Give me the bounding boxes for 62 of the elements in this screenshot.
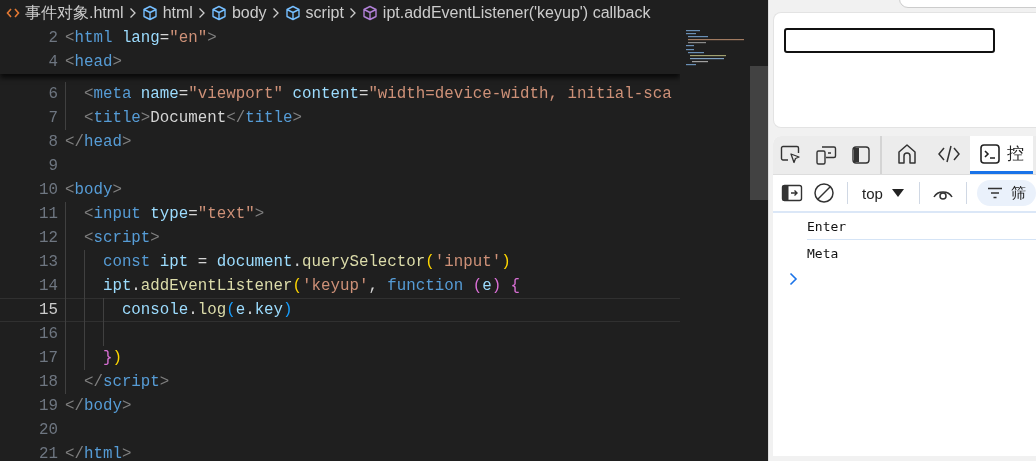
line-number: 6 xyxy=(47,85,58,103)
chevron-icon xyxy=(197,7,206,19)
filter-button[interactable]: 筛 xyxy=(976,180,1036,206)
code-line: <head> xyxy=(65,53,122,71)
line-number: 11 xyxy=(38,205,58,223)
breadcrumb-item[interactable]: body xyxy=(210,4,267,22)
text-input[interactable] xyxy=(784,28,995,53)
code-line: </html> xyxy=(65,445,132,461)
code-line: <meta name="viewport" content="width=device-width, initial-sca xyxy=(82,85,672,103)
filter-icon xyxy=(986,187,1003,199)
line-number: 8 xyxy=(47,133,58,151)
code-line: </script> xyxy=(82,373,170,391)
code-icon xyxy=(6,7,20,19)
code-line: <input type="text"> xyxy=(82,205,265,223)
home-icon xyxy=(895,141,919,166)
line-number: 20 xyxy=(38,421,58,439)
chevron-icon xyxy=(271,7,280,19)
prompt-icon[interactable] xyxy=(789,272,798,286)
minimap-drawing xyxy=(686,30,744,66)
chevron-icon xyxy=(128,7,137,19)
line-number: 14 xyxy=(38,277,58,295)
cube-icon xyxy=(284,5,301,21)
breadcrumb-item[interactable]: ipt.addEventListener('keyup') callback xyxy=(361,4,651,22)
code-line: <title>Document</title> xyxy=(82,109,303,127)
breadcrumb-item[interactable]: html xyxy=(141,4,193,22)
code-line: <body> xyxy=(65,181,122,199)
line-number: 12 xyxy=(38,229,58,247)
context-dropdown[interactable]: top xyxy=(858,184,909,202)
code-line: </head> xyxy=(65,133,132,151)
code-line: ipt.addEventListener('keyup', function (e) { xyxy=(101,277,521,295)
cube-icon xyxy=(141,5,158,21)
line-number: 13 xyxy=(38,253,58,271)
cube-icon xyxy=(210,5,227,21)
terminal-icon xyxy=(979,142,1001,165)
clear-console-icon[interactable] xyxy=(811,180,837,206)
line-number: 19 xyxy=(38,397,58,415)
console-tab[interactable]: 控 xyxy=(970,136,1033,174)
scrollbar-thumb[interactable] xyxy=(750,66,768,200)
line-number: 18 xyxy=(38,373,58,391)
chevron-icon xyxy=(348,7,357,19)
line-number: 7 xyxy=(47,109,58,127)
line-number: 21 xyxy=(38,445,58,461)
breadcrumb-item[interactable]: 事件对象.html xyxy=(6,2,124,24)
line-number: 16 xyxy=(38,325,58,343)
line-number: 4 xyxy=(47,53,58,71)
code-line: console.log(e.key) xyxy=(120,301,293,319)
line-number: 10 xyxy=(38,181,58,199)
line-number: 15 xyxy=(38,301,58,319)
code-line: <script> xyxy=(82,229,160,247)
code-line: <html lang="en"> xyxy=(65,29,217,47)
console-message: Meta xyxy=(807,245,839,261)
line-number: 2 xyxy=(47,29,58,47)
code-line: }) xyxy=(101,349,122,367)
console-message: Enter xyxy=(807,218,847,234)
breadcrumb-item[interactable]: script xyxy=(284,4,344,22)
sidebar-toggle-icon[interactable] xyxy=(779,182,805,204)
code-line: const ipt = document.querySelector('input') xyxy=(101,253,511,271)
caret-icon xyxy=(890,188,905,198)
cube-icon xyxy=(361,5,378,21)
line-number: 9 xyxy=(47,157,58,175)
code-line: </body> xyxy=(65,397,132,415)
line-number: 17 xyxy=(38,349,58,367)
